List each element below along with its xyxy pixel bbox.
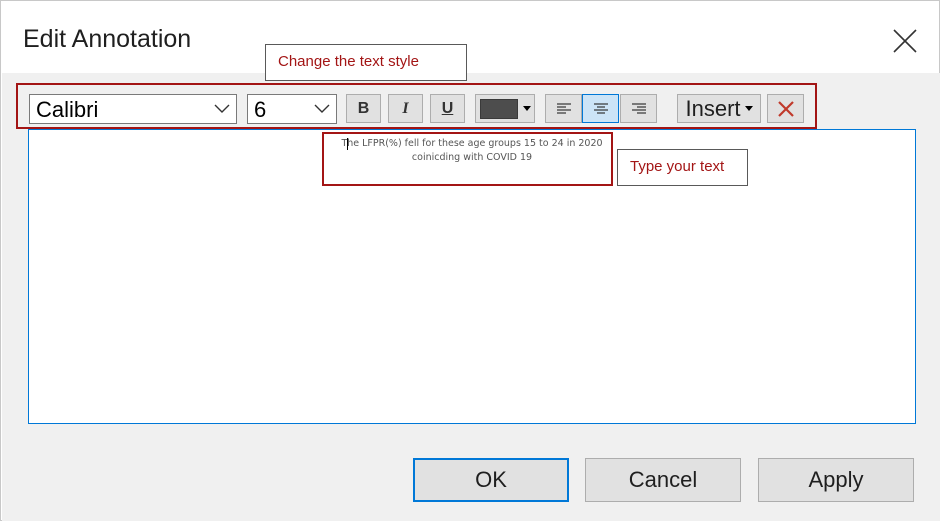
font-family-value: Calibri	[36, 97, 99, 122]
apply-button[interactable]: Apply	[758, 458, 914, 502]
dropdown-caret-icon	[744, 106, 753, 111]
insert-label: Insert	[685, 95, 741, 121]
callout-change-style: Change the text style	[265, 44, 467, 81]
ok-button[interactable]: OK	[413, 458, 569, 502]
chevron-down-icon	[214, 104, 230, 113]
bold-button[interactable]: B	[346, 94, 381, 123]
chevron-down-icon	[314, 104, 330, 113]
font-size-value: 6	[254, 97, 267, 122]
delete-button[interactable]	[767, 94, 804, 123]
align-left-icon	[556, 102, 571, 114]
align-center-button[interactable]	[582, 94, 619, 123]
underline-button[interactable]: U	[430, 94, 465, 123]
insert-button[interactable]: Insert	[677, 94, 761, 123]
align-right-icon	[631, 102, 646, 114]
dropdown-caret-icon	[523, 106, 531, 111]
text-color-button[interactable]	[475, 94, 535, 123]
align-right-button[interactable]	[620, 94, 657, 123]
font-size-select[interactable]: 6	[247, 94, 337, 124]
cancel-button[interactable]: Cancel	[585, 458, 741, 502]
align-left-button[interactable]	[545, 94, 582, 123]
dialog-title: Edit Annotation	[23, 25, 192, 53]
text-cursor	[347, 138, 348, 150]
close-icon	[893, 29, 917, 53]
delete-x-icon	[777, 100, 794, 117]
align-center-icon	[593, 102, 608, 114]
italic-button[interactable]: I	[388, 94, 423, 123]
callout-type-text: Type your text	[617, 149, 748, 186]
title-bar: Edit Annotation	[1, 1, 939, 73]
annotation-text: The LFPR(%) fell for these age groups 15…	[341, 138, 603, 163]
close-button[interactable]	[885, 21, 925, 61]
font-family-select[interactable]: Calibri	[29, 94, 237, 124]
color-swatch	[480, 98, 518, 119]
